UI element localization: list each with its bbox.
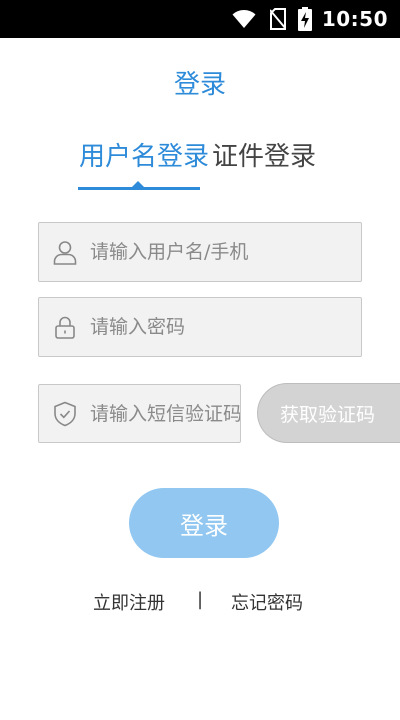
login-button[interactable]: 登录 [129,488,279,558]
lock-icon [52,314,78,340]
sms-code-field [38,384,241,443]
status-time: 10:50 [321,7,388,31]
wifi-icon [232,9,256,29]
battery-charging-icon [297,7,312,31]
link-separator: | [197,589,204,610]
username-input[interactable] [90,241,361,263]
page-title: 登录 [173,70,226,100]
password-input[interactable] [90,316,361,338]
shield-check-icon [52,401,78,427]
status-icons: 10:50 [232,0,388,38]
tab-username-login[interactable]: 用户名登录 [79,136,209,173]
forgot-password-link[interactable]: 忘记密码 [231,589,303,615]
user-icon [52,239,78,265]
active-tab-caret [132,181,144,187]
sms-code-input[interactable] [90,402,240,425]
get-sms-code-button[interactable]: 获取验证码 [257,383,400,443]
no-sim-icon [269,8,286,30]
status-bar: 10:50 [0,0,400,38]
tab-certificate-login[interactable]: 证件登录 [212,136,316,173]
password-field [38,297,362,357]
register-link[interactable]: 立即注册 [93,589,165,615]
username-field [38,222,362,282]
active-tab-indicator [78,187,200,190]
